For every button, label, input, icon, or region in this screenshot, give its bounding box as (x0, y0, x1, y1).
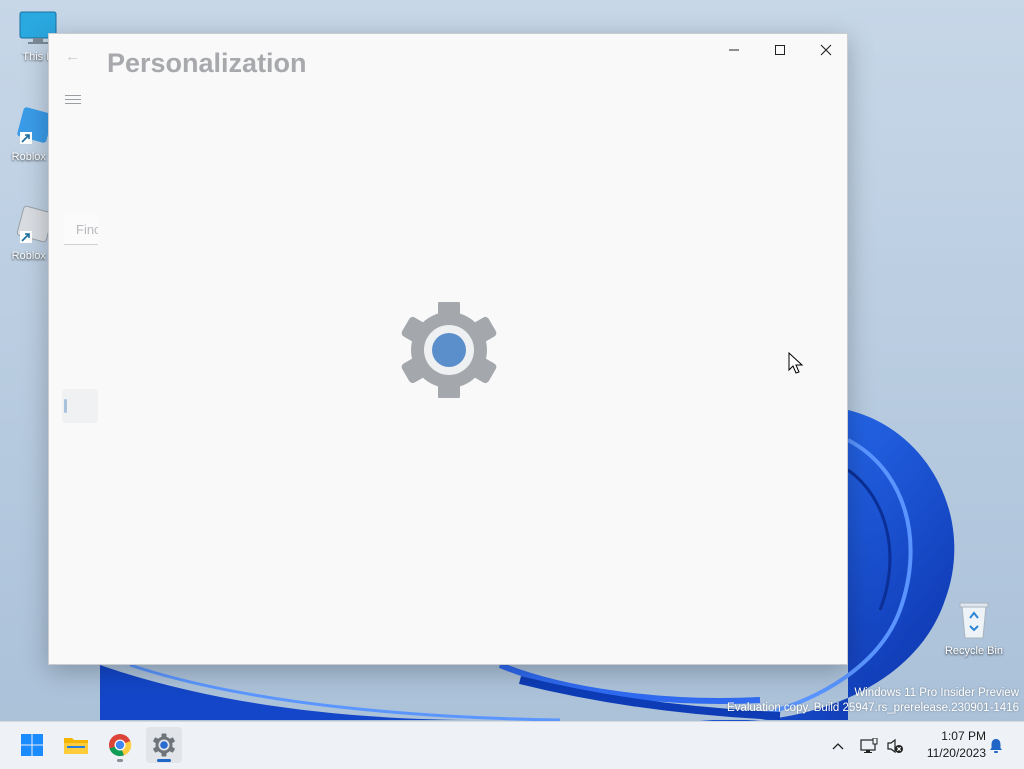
minimize-button[interactable] (711, 34, 757, 66)
chrome-icon (109, 734, 132, 757)
notification-bell-icon (990, 738, 1002, 753)
settings-search-input[interactable]: Finc (64, 215, 98, 245)
maximize-icon (775, 45, 785, 55)
taskbar-settings-button[interactable] (146, 727, 182, 763)
clock-time: 1:07 PM (941, 729, 986, 743)
taskbar-clock[interactable]: 1:07 PM 11/20/2023 (910, 728, 986, 762)
taskbar: 1:07 PM 11/20/2023 (0, 721, 1024, 769)
watermark-line-1: Windows 11 Pro Insider Preview (854, 687, 1019, 699)
desktop-icon-label: Recycle Bin (944, 645, 1004, 657)
volume-muted-icon (887, 738, 903, 753)
back-arrow-icon[interactable]: ← (65, 48, 80, 65)
network-display-icon (860, 737, 878, 753)
settings-gear-icon (401, 302, 497, 398)
taskbar-start-button[interactable] (14, 727, 50, 763)
desktop-icon-recycle-bin[interactable]: Recycle Bin (936, 600, 1012, 657)
notifications-button[interactable] (986, 722, 1006, 769)
recycle-bin-icon (959, 602, 989, 639)
close-icon (820, 44, 832, 56)
gear-icon (153, 733, 175, 757)
maximize-button[interactable] (757, 34, 803, 66)
page-title: Personalization (107, 48, 307, 78)
windows-logo-icon (21, 734, 43, 756)
running-indicator (117, 759, 123, 762)
watermark-line-2: Evaluation copy. Build 25947.rs_prerelea… (727, 702, 1019, 714)
minimize-icon (729, 49, 739, 51)
chevron-up-icon (832, 742, 844, 749)
show-hidden-icons-button[interactable] (828, 722, 848, 769)
network-status-button[interactable] (858, 722, 880, 769)
nav-selected-item[interactable] (62, 389, 98, 423)
close-button[interactable] (803, 34, 849, 66)
settings-window[interactable]: ← Personalization Finc (48, 33, 848, 665)
taskbar-chrome-button[interactable] (102, 727, 138, 763)
volume-button[interactable] (884, 722, 906, 769)
evaluation-watermark: Windows 11 Pro Insider Preview Evaluatio… (727, 686, 1019, 716)
hamburger-menu-icon[interactable] (65, 92, 81, 107)
folder-icon (64, 738, 88, 754)
taskbar-file-explorer-button[interactable] (58, 727, 94, 763)
clock-date: 11/20/2023 (926, 746, 986, 760)
mouse-cursor-icon (788, 352, 804, 374)
